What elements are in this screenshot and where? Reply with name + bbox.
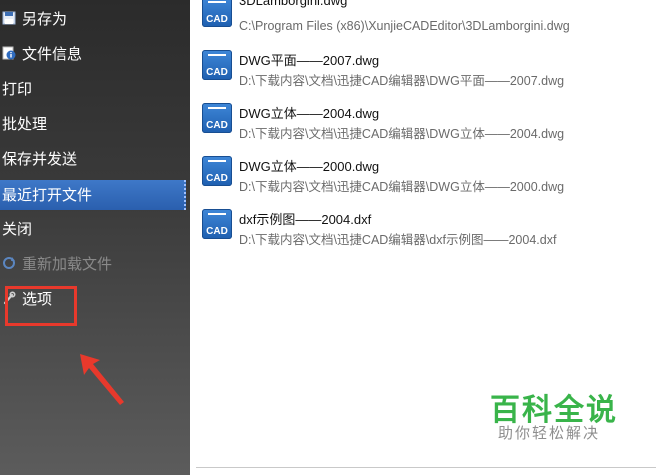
recent-file-item[interactable]: CAD DWG立体——2004.dwg D:\下载内容\文档\迅捷CAD编辑器\… [202,103,652,155]
recent-file-name: DWG立体——2000.dwg [239,159,380,174]
sidebar-item-label: 批处理 [2,115,48,133]
annotation-highlight-box [5,286,77,326]
sidebar-item-print[interactable]: 打印 [0,74,186,104]
sidebar-item-label: 保存并发送 [2,150,78,168]
recent-file-name: DWG立体——2004.dwg [239,106,380,121]
annotation-arrow-icon [80,354,124,405]
cad-file-icon: CAD [202,103,232,133]
save-icon [2,11,16,25]
recent-file-path: D:\下载内容\文档\迅捷CAD编辑器\DWG立体——2004.dwg [239,127,565,141]
sidebar-item-label: 最近打开文件 [2,186,93,204]
recent-file-path: C:\Program Files (x86)\XunjieCADEditor\3… [239,19,570,33]
cad-file-icon: CAD [202,50,232,80]
recent-file-name: 3DLamborgini.dwg [239,0,348,8]
sidebar-item-recent-files[interactable]: 最近打开文件 [0,180,186,210]
sidebar-item-label: 重新加载文件 [22,255,113,273]
sidebar-item-label: 打印 [2,80,33,98]
recent-file-path: D:\下载内容\文档\迅捷CAD编辑器\dxf示例图——2004.dxf [239,233,557,247]
reload-icon [3,257,15,269]
backstage-sidebar: 另存为 文件信息 打印 批处理 保存并发送 最近打开文件 关闭 重新加载文件 选… [0,0,190,475]
recent-file-path: D:\下载内容\文档\迅捷CAD编辑器\DWG立体——2000.dwg [239,180,565,194]
bottom-divider [196,467,656,468]
sidebar-item-label: 另存为 [22,10,68,28]
recent-file-path: D:\下载内容\文档\迅捷CAD编辑器\DWG平面——2007.dwg [239,74,565,88]
recent-file-name: DWG平面——2007.dwg [239,53,380,68]
recent-file-item[interactable]: CAD 3DLamborgini.dwg C:\Program Files (x… [202,0,652,49]
recent-file-item[interactable]: CAD dxf示例图——2004.dxf D:\下载内容\文档\迅捷CAD编辑器… [202,209,652,261]
sidebar-item-close[interactable]: 关闭 [0,214,186,244]
watermark-subtitle: 助你轻松解决 [498,424,601,442]
sidebar-item-label: 文件信息 [22,45,83,63]
sidebar-item-reload-file: 重新加载文件 [0,249,186,279]
sidebar-item-save-and-send[interactable]: 保存并发送 [0,144,186,174]
sidebar-item-batch[interactable]: 批处理 [0,109,186,139]
cad-file-icon: CAD [202,156,232,186]
sidebar-item-file-info[interactable]: 文件信息 [0,39,186,69]
cad-file-icon: CAD [202,0,232,27]
recent-file-item[interactable]: CAD DWG平面——2007.dwg D:\下载内容\文档\迅捷CAD编辑器\… [202,50,652,102]
sidebar-item-label: 关闭 [2,220,33,238]
recent-file-name: dxf示例图——2004.dxf [239,212,372,227]
cad-file-icon: CAD [202,209,232,239]
info-icon [2,46,16,60]
sidebar-item-save-as[interactable]: 另存为 [0,4,186,34]
recent-file-item[interactable]: CAD DWG立体——2000.dwg D:\下载内容\文档\迅捷CAD编辑器\… [202,156,652,208]
